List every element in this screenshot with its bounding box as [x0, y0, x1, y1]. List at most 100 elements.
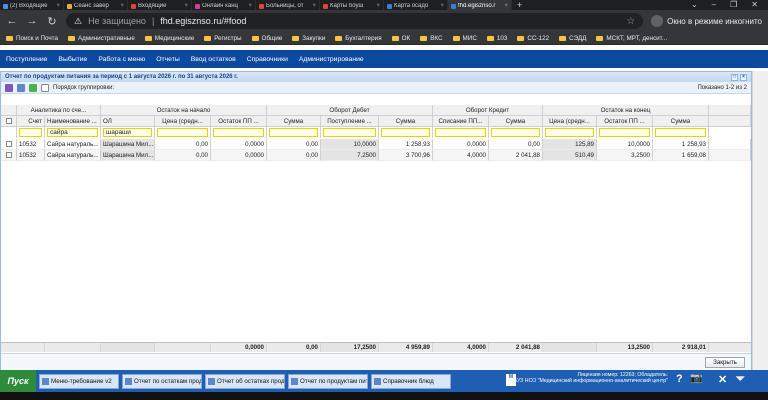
bookmark-item[interactable]: Поиск и Почта — [6, 35, 58, 42]
minimize-icon[interactable]: – — [712, 0, 716, 10]
filter-input[interactable] — [213, 128, 264, 137]
column-header[interactable]: Остаток ПП ... — [597, 116, 653, 127]
column-header[interactable]: ОЛ — [101, 116, 155, 127]
table-cell: 2 041,88 — [489, 150, 543, 161]
close-window-icon[interactable]: ✕ — [751, 0, 758, 10]
taskbar-item[interactable]: Меню-требование v2 — [39, 373, 119, 389]
camera-icon[interactable]: 📷 — [690, 373, 702, 384]
tab-close-icon[interactable]: × — [376, 3, 380, 9]
column-header[interactable]: Цена (средн... — [543, 116, 597, 127]
column-header[interactable]: Поступление ... — [321, 116, 379, 127]
menu-item[interactable]: Администрирование — [299, 56, 364, 63]
bookmark-item[interactable]: Бухгалтерия — [335, 35, 382, 42]
browser-tab[interactable]: Онлайн канц × — [192, 0, 256, 10]
bookmark-item[interactable]: МСКТ, МРТ, денсит... — [596, 35, 667, 42]
tab-close-icon[interactable]: × — [120, 3, 124, 9]
reload-icon[interactable]: ↻ — [46, 15, 58, 28]
column-header[interactable]: Остаток ПП ... — [211, 116, 267, 127]
exit-icon[interactable]: ✕ — [718, 373, 727, 386]
browser-tab[interactable]: fhd.egisznso.r × — [448, 0, 512, 10]
filter-input[interactable] — [269, 128, 318, 137]
help-icon[interactable]: ? — [676, 373, 683, 385]
close-icon[interactable]: × — [740, 73, 747, 81]
tab-close-icon[interactable]: × — [504, 3, 508, 9]
taskbar-item[interactable]: Справочник блюд — [371, 373, 451, 389]
forward-icon[interactable]: → — [26, 15, 38, 27]
menu-item[interactable]: Справочники — [247, 56, 288, 63]
column-header[interactable]: Цена (средн... — [155, 116, 211, 127]
tab-close-icon[interactable]: × — [312, 3, 316, 9]
browser-tab[interactable]: Карты боуш × — [320, 0, 384, 10]
filter-input[interactable] — [381, 128, 430, 137]
browser-tab[interactable]: Карта осадо × — [384, 0, 448, 10]
filter-input[interactable] — [545, 128, 594, 137]
incognito-indicator[interactable]: Окно в режиме инкогнито — [651, 15, 762, 27]
filter-input[interactable] — [491, 128, 540, 137]
filter-input[interactable] — [435, 128, 486, 137]
grouping-checkbox[interactable] — [41, 83, 49, 92]
bookmark-star-icon[interactable]: ☆ — [626, 16, 635, 27]
column-header[interactable]: Счет — [17, 116, 45, 127]
bookmark-item[interactable]: Медицинские — [144, 35, 194, 42]
bookmark-item[interactable]: Регистры — [204, 35, 242, 42]
row-select-cell[interactable] — [1, 150, 17, 161]
browser-tab[interactable]: Входящие × — [128, 0, 192, 10]
start-button[interactable]: Пуск — [0, 370, 36, 392]
filter-input[interactable] — [599, 128, 650, 137]
select-all-checkbox[interactable] — [5, 118, 12, 124]
browser-tab[interactable]: Сеанс завер × — [64, 0, 128, 10]
bookmark-item[interactable]: 103 — [486, 35, 507, 42]
filter-input[interactable] — [323, 128, 376, 137]
menu-item[interactable]: Отчеты — [156, 56, 180, 63]
menu-item[interactable]: Ввод остатков — [191, 56, 236, 63]
taskbar-item[interactable]: Отчет по остаткам продуктов — [122, 373, 202, 389]
tab-search-icon[interactable]: ⌄ — [691, 0, 698, 10]
url-text[interactable]: fhd.egisznso.ru/#food — [160, 16, 246, 26]
browser-tab[interactable]: (2) Входящие × — [0, 0, 64, 10]
column-header[interactable]: Сумма — [653, 116, 709, 127]
restore-icon[interactable]: □ — [731, 73, 738, 81]
row-select-cell[interactable] — [1, 139, 17, 150]
bookmark-item[interactable]: Общие — [251, 35, 282, 42]
page-scrollbar[interactable] — [752, 71, 768, 370]
filter-input[interactable]: шараши — [103, 128, 152, 137]
print-icon[interactable] — [17, 83, 25, 92]
filter-input[interactable] — [19, 128, 42, 137]
close-button[interactable]: Закрыть — [705, 357, 745, 368]
column-header[interactable]: Списание ПП... — [433, 116, 489, 127]
refresh-icon[interactable] — [29, 83, 37, 92]
menu-item[interactable]: Поступление — [6, 56, 47, 63]
address-bar[interactable]: ⚠ Не защищено | fhd.egisznso.ru/#food ☆ — [66, 13, 644, 29]
bookmark-item[interactable]: ОК — [391, 35, 410, 42]
column-header[interactable]: Сумма — [489, 116, 543, 127]
column-header[interactable]: Сумма — [267, 116, 321, 127]
row-checkbox[interactable] — [5, 141, 12, 147]
column-header[interactable]: Наименование ... — [45, 116, 101, 127]
filter-input[interactable] — [157, 128, 208, 137]
new-tab-button[interactable]: + — [512, 0, 527, 10]
bookmark-item[interactable]: Закупки — [292, 35, 325, 42]
taskbar-item[interactable]: Отчет по продуктам питания... — [288, 373, 368, 389]
row-checkbox[interactable] — [5, 152, 12, 158]
taskbar-item[interactable]: Отчет об остатках продукто... — [205, 373, 285, 389]
bookmark-item[interactable]: СЭДД — [559, 35, 586, 42]
back-icon[interactable]: ← — [6, 15, 18, 27]
browser-tab[interactable]: Больницы, от × — [256, 0, 320, 10]
settings-icon[interactable] — [5, 83, 13, 92]
maximize-icon[interactable]: ❐ — [730, 0, 737, 10]
tab-close-icon[interactable]: × — [248, 3, 252, 9]
menu-item[interactable]: Работа с меню — [98, 56, 145, 63]
bookmark-item[interactable]: МИС — [452, 35, 477, 42]
collapse-icon[interactable]: ⏷ — [736, 373, 745, 386]
bookmark-item[interactable]: Административные — [67, 35, 135, 42]
tab-close-icon[interactable]: × — [440, 3, 444, 9]
tab-close-icon[interactable]: × — [184, 3, 188, 9]
menu-item[interactable]: Выбытие — [58, 56, 87, 63]
filter-input[interactable] — [655, 128, 706, 137]
bookmark-item[interactable]: ВКС — [420, 35, 443, 42]
bookmark-item[interactable]: СС-122 — [517, 35, 549, 42]
select-all-cell[interactable] — [1, 116, 17, 127]
column-header[interactable]: Сумма — [379, 116, 433, 127]
tab-close-icon[interactable]: × — [56, 3, 60, 9]
filter-input[interactable]: сайра — [47, 128, 98, 137]
